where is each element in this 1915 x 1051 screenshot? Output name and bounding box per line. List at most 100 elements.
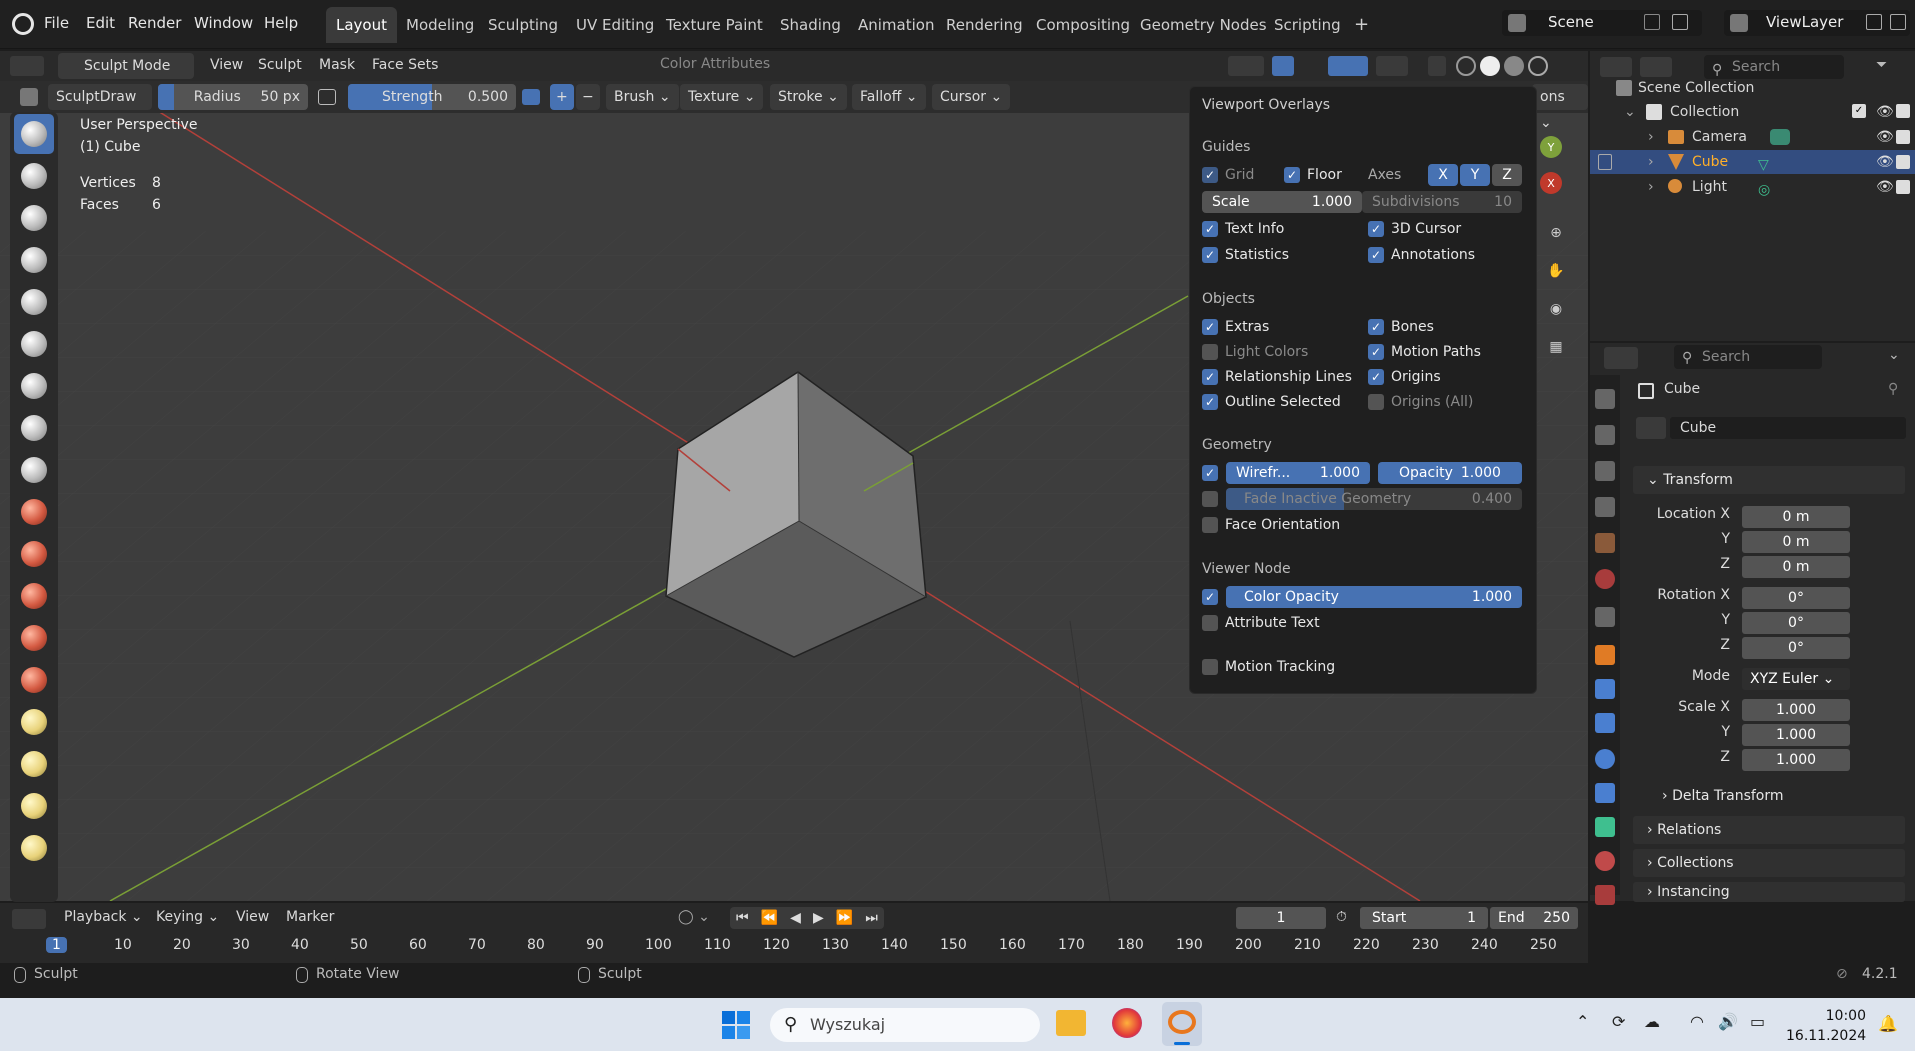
menu-sculpt[interactable]: Sculpt [258,57,302,73]
axis-z-toggle[interactable]: Z [1492,164,1522,186]
tab-shading[interactable]: Shading [770,7,851,43]
options-menu[interactable]: ons ⌄ [1532,84,1588,131]
tab-compositing[interactable]: Compositing [1026,7,1140,43]
next-keyframe-icon[interactable]: ⏩ [836,910,853,926]
menu-face-sets[interactable]: Face Sets [372,57,438,73]
outliner-search-input[interactable]: ⚲ Search [1704,55,1844,79]
pan-hand-icon[interactable]: ✋ [1541,256,1571,286]
windows-start-icon[interactable] [722,1011,750,1039]
new-view-layer-icon[interactable] [1866,14,1882,30]
tool-tab-icon[interactable] [1595,389,1615,409]
object-name-field[interactable]: Cube [1670,417,1906,439]
annotation-icon[interactable] [1376,56,1408,76]
cursor-menu[interactable]: Cursor ⌄ [932,84,1011,110]
tool-grab[interactable] [14,744,54,784]
marker-menu[interactable]: Marker [286,909,334,925]
collection-tab-icon[interactable] [1595,607,1615,627]
color-attributes-dropdown[interactable]: Color Attributes [660,56,770,72]
file-explorer-icon[interactable] [1056,1010,1086,1036]
firefox-icon[interactable] [1112,1008,1142,1038]
outliner-editor-type-icon[interactable] [1600,57,1632,77]
direction-add-button[interactable]: + [550,84,574,110]
hide-eye-icon[interactable]: 👁 [1876,101,1894,123]
tool-fill[interactable] [14,576,54,616]
solid-shading-icon[interactable] [1480,56,1500,76]
statistics-checkbox[interactable]: ✓ Statistics [1202,245,1289,265]
rotation-x-field[interactable]: 0° [1742,587,1850,609]
menu-view[interactable]: View [210,57,243,73]
color-opacity-field[interactable]: Color Opacity 1.000 [1226,586,1522,608]
current-frame-field[interactable]: 1 [1236,907,1326,929]
timeline-view-menu[interactable]: View [236,909,269,925]
material-tab-icon[interactable] [1595,851,1615,871]
relationship-lines-checkbox[interactable]: ✓ Relationship Lines [1202,367,1352,387]
gizmo-x-axis[interactable]: X [1540,172,1562,194]
timeline-editor-type-icon[interactable] [12,909,46,929]
world-tab-icon[interactable] [1595,569,1615,589]
constraints-tab-icon[interactable] [1595,783,1615,803]
mesh-data-icon[interactable]: ▽ [1758,153,1769,177]
tab-sculpting[interactable]: Sculpting [478,7,568,43]
tool-elastic-deform[interactable] [14,786,54,826]
prev-keyframe-icon[interactable]: ⏪ [761,910,778,926]
show-hidden-icons[interactable]: ⌃ [1576,1012,1589,1031]
direction-subtract-button[interactable]: − [576,84,600,110]
sync-icon[interactable]: ⟳ [1612,1012,1625,1031]
camera-data-icon[interactable] [1770,129,1790,145]
tool-smooth[interactable] [14,492,54,532]
bones-checkbox[interactable]: ✓ Bones [1368,317,1434,337]
rotation-z-field[interactable]: 0° [1742,637,1850,659]
tool-clay[interactable] [14,198,54,238]
instancing-panel-header[interactable]: › Instancing [1633,882,1905,902]
stroke-menu[interactable]: Stroke ⌄ [770,84,847,110]
tab-texture-paint[interactable]: Texture Paint [656,7,773,43]
mode-selector[interactable]: Sculpt Mode ⌄ [58,53,194,100]
zoom-icon[interactable]: ⊕ [1541,218,1571,248]
light-colors-checkbox[interactable]: Light Colors [1202,342,1308,362]
tool-inflate[interactable] [14,366,54,406]
relations-panel-header[interactable]: › Relations [1633,816,1905,844]
editor-type-icon[interactable] [10,56,44,76]
axis-y-toggle[interactable]: Y [1460,164,1490,186]
menu-mask[interactable]: Mask [319,57,355,73]
play-reverse-icon[interactable]: ◀ [790,910,801,926]
grid-subdivisions-field[interactable]: Subdivisions 10 [1362,191,1522,213]
end-frame-field[interactable]: End 250 [1490,907,1578,929]
camera-view-icon[interactable]: ◉ [1541,294,1571,324]
axis-x-toggle[interactable]: X [1428,164,1458,186]
keying-menu[interactable]: Keying ⌄ [156,909,219,925]
rotation-y-field[interactable]: 0° [1742,612,1850,634]
collection-row[interactable]: ⌄ Collection ✓ 👁 [1624,101,1910,123]
render-camera-icon[interactable] [1896,104,1910,118]
face-orientation-checkbox[interactable]: Face Orientation [1202,515,1340,535]
tool-layer[interactable] [14,324,54,364]
location-y-field[interactable]: 0 m [1742,531,1850,553]
extras-checkbox[interactable]: ✓ Extras [1202,317,1269,337]
wireframe-opacity-field[interactable]: Opacity 1.000 [1378,462,1522,484]
object-tab-icon[interactable] [1595,645,1615,665]
overlay-toggle-icon[interactable] [1328,56,1368,76]
start-frame-field[interactable]: Start 1 [1360,907,1488,929]
transform-panel-header[interactable]: ⌄ Transform [1633,466,1905,494]
tab-uv-editing[interactable]: UV Editing [566,7,664,43]
annotations-checkbox[interactable]: ✓ Annotations [1368,245,1475,265]
tool-draw-sharp[interactable] [14,156,54,196]
motion-tracking-checkbox[interactable]: Motion Tracking [1202,657,1335,677]
tool-pinch[interactable] [14,702,54,742]
3d-cursor-checkbox[interactable]: ✓ 3D Cursor [1368,219,1461,239]
rotation-mode-dropdown[interactable]: XYZ Euler ⌄ [1742,668,1850,690]
wireframe-threshold-field[interactable]: Wirefr... 1.000 [1226,462,1370,484]
falloff-menu[interactable]: Falloff ⌄ [852,84,926,110]
rendered-shading-icon[interactable] [1528,56,1548,76]
tool-clay-strips[interactable] [14,240,54,280]
tab-rendering[interactable]: Rendering [936,7,1033,43]
hide-eye-icon[interactable]: 👁 [1876,125,1894,149]
scale-y-field[interactable]: 1.000 [1742,724,1850,746]
brush-menu[interactable]: Brush ⌄ [606,84,679,110]
timeline-ruler[interactable]: 1 10 20 30 40 50 60 70 80 90 100 110 120 130 140 150 160… [0,937,1588,957]
edit-mode-icon[interactable] [1598,154,1612,170]
origins-all-checkbox[interactable]: Origins (All) [1368,392,1473,412]
brush-name-field[interactable]: SculptDraw [48,84,152,110]
location-z-field[interactable]: 0 m [1742,556,1850,578]
data-tab-icon[interactable] [1595,817,1615,837]
